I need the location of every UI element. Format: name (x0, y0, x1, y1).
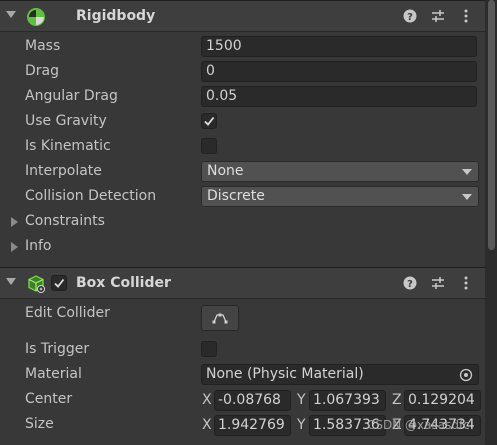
drag-field[interactable]: 0 (201, 61, 477, 82)
box-collider-icon (26, 274, 46, 294)
is-kinematic-checkbox[interactable] (201, 138, 217, 154)
presets-icon[interactable] (431, 275, 445, 291)
foldout-arrow-icon[interactable] (11, 217, 18, 227)
info-label: Info (25, 238, 52, 254)
rigidbody-title: Rigidbody (76, 8, 156, 24)
axis-z-label: Z (392, 417, 402, 433)
box-collider-header[interactable]: Box Collider ? (0, 267, 485, 299)
use-gravity-row: Use Gravity (0, 109, 485, 134)
box-collider-enabled-checkbox[interactable] (51, 275, 67, 291)
center-row: Center X -0.08768 Y 1.067393 Z 0.129204 (0, 387, 485, 412)
fold-arrow-icon[interactable] (6, 11, 16, 18)
inspector-panel: Rigidbody ? Mass 1500 Drag 0 Angular Dra… (0, 0, 485, 445)
kebab-menu-icon[interactable] (459, 275, 473, 291)
dropdown-arrow-icon (462, 169, 472, 175)
rigidbody-icon (26, 7, 46, 27)
collision-detection-dropdown[interactable]: Discrete (201, 186, 479, 207)
interpolate-value: None (207, 163, 244, 179)
edit-collider-button[interactable] (201, 305, 239, 331)
axis-x-label: X (202, 417, 212, 433)
collision-detection-value: Discrete (207, 188, 265, 204)
svg-text:?: ? (407, 279, 413, 290)
edit-collider-row: Edit Collider (0, 301, 485, 335)
info-foldout[interactable]: Info (0, 234, 485, 259)
help-icon[interactable]: ? (403, 275, 417, 291)
collision-detection-label: Collision Detection (25, 188, 157, 204)
is-kinematic-label: Is Kinematic (25, 138, 111, 154)
presets-icon[interactable] (431, 8, 445, 24)
center-x-field[interactable]: -0.08768 (214, 390, 291, 411)
size-z-field[interactable]: 4.743734 (404, 415, 481, 436)
interpolate-row: Interpolate None (0, 159, 485, 184)
edit-collider-label: Edit Collider (25, 305, 110, 321)
material-row: Material None (Physic Material) (0, 362, 485, 387)
collision-detection-row: Collision Detection Discrete (0, 184, 485, 209)
axis-x-label: X (202, 392, 212, 408)
is-kinematic-row: Is Kinematic (0, 134, 485, 159)
interpolate-dropdown[interactable]: None (201, 161, 479, 182)
use-gravity-label: Use Gravity (25, 113, 107, 129)
axis-y-label: Y (297, 392, 306, 408)
center-z-field[interactable]: 0.129204 (404, 390, 481, 411)
material-label: Material (25, 366, 82, 382)
mass-label: Mass (25, 38, 61, 54)
size-x-field[interactable]: 1.942769 (214, 415, 291, 436)
kebab-menu-icon[interactable] (459, 8, 473, 24)
mass-row: Mass 1500 (0, 34, 485, 59)
angular-drag-field[interactable]: 0.05 (201, 86, 477, 107)
size-row: Size X 1.942769 Y 1.583736 Z 4.743734 (0, 412, 485, 437)
center-y-field[interactable]: 1.067393 (309, 390, 386, 411)
center-label: Center (25, 391, 73, 407)
box-collider-title: Box Collider (76, 275, 171, 291)
checkmark-icon (54, 278, 65, 288)
fold-arrow-icon[interactable] (6, 278, 16, 285)
size-label: Size (25, 416, 54, 432)
dropdown-arrow-icon (462, 194, 472, 200)
axis-z-label: Z (392, 392, 402, 408)
svg-text:?: ? (407, 12, 413, 23)
size-y-field[interactable]: 1.583736 (309, 415, 386, 436)
edit-collider-icon (212, 313, 228, 324)
is-trigger-checkbox[interactable] (201, 341, 217, 357)
is-trigger-row: Is Trigger (0, 337, 485, 362)
use-gravity-checkbox[interactable] (201, 113, 217, 129)
is-trigger-label: Is Trigger (25, 341, 90, 357)
mass-field[interactable]: 1500 (201, 36, 477, 57)
scrollbar-thumb[interactable] (488, 0, 495, 250)
material-field[interactable]: None (Physic Material) (201, 364, 479, 385)
axis-y-label: Y (297, 417, 306, 433)
object-picker-icon[interactable] (459, 368, 473, 382)
interpolate-label: Interpolate (25, 163, 102, 179)
foldout-arrow-icon[interactable] (11, 242, 18, 252)
checkmark-icon (204, 116, 215, 126)
rigidbody-header[interactable]: Rigidbody ? (0, 0, 485, 32)
constraints-foldout[interactable]: Constraints (0, 209, 485, 234)
angular-drag-label: Angular Drag (25, 88, 118, 104)
drag-label: Drag (25, 63, 60, 79)
material-value: None (Physic Material) (206, 366, 364, 382)
constraints-label: Constraints (25, 213, 105, 229)
help-icon[interactable]: ? (403, 8, 417, 24)
vertical-scrollbar[interactable] (485, 0, 497, 445)
angular-drag-row: Angular Drag 0.05 (0, 84, 485, 109)
drag-row: Drag 0 (0, 59, 485, 84)
